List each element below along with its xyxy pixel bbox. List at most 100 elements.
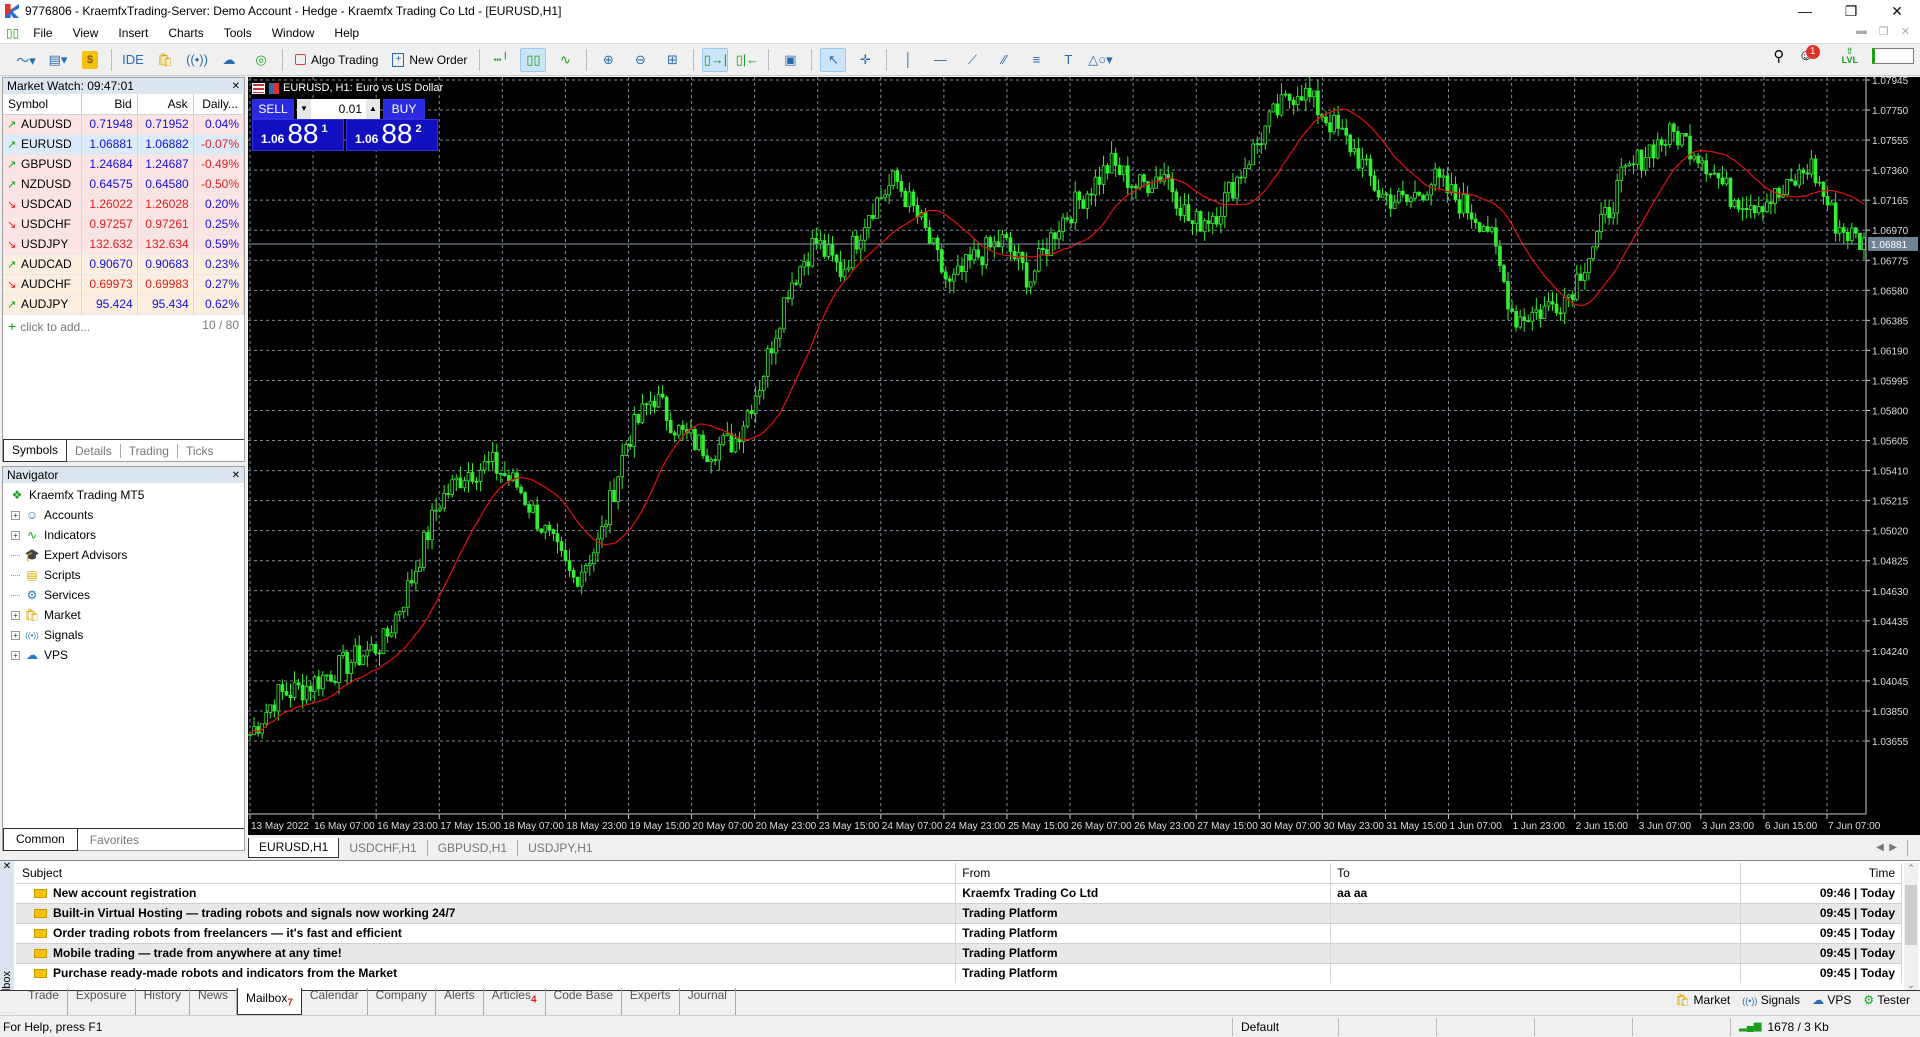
mail-row[interactable]: New account registration Kraemfx Trading …: [16, 882, 1902, 903]
toolbox-tab-exposure[interactable]: Exposure: [68, 988, 136, 1015]
text-tool-button[interactable]: T: [1055, 48, 1081, 72]
new-chart-dropdown[interactable]: 〜▾: [13, 48, 39, 72]
restore-button[interactable]: ❐: [1828, 0, 1874, 22]
trendline-tool-button[interactable]: ⟋: [959, 48, 985, 72]
profiles-dropdown[interactable]: ▤▾: [45, 48, 71, 72]
lot-increase-button[interactable]: ▲: [366, 99, 380, 119]
chart-tabs-scroll[interactable]: ◀ ▶: [1866, 840, 1908, 856]
close-button[interactable]: ✕: [1874, 0, 1920, 22]
market-watch-row[interactable]: ↘ USDCHF 0.97257 0.97261 0.25%: [3, 214, 245, 235]
column-subject[interactable]: Subject: [16, 863, 957, 883]
navigator-root[interactable]: ❖ Kraemfx Trading MT5: [9, 485, 244, 505]
account-icon[interactable]: ☺1: [1798, 44, 1827, 65]
tab-trading[interactable]: Trading: [121, 443, 178, 458]
navigator-item-expert-advisors[interactable]: 🎓 Expert Advisors: [9, 545, 244, 565]
toolbox-tab-articles[interactable]: Articles4: [484, 988, 546, 1015]
close-icon[interactable]: ✕: [232, 470, 240, 481]
chart-tab-gbpusd[interactable]: GBPUSD,H1: [428, 840, 519, 856]
mdi-close-button[interactable]: ✕: [1901, 25, 1910, 38]
navigator-item-scripts[interactable]: ▤ Scripts: [9, 565, 244, 585]
copy-trading-button[interactable]: ◎: [248, 48, 274, 72]
column-to[interactable]: To: [1330, 863, 1742, 883]
horizontal-line-tool-button[interactable]: —: [927, 48, 953, 72]
tab-favorites[interactable]: Favorites: [78, 833, 151, 847]
toolbox-tab-code-base[interactable]: Code Base: [546, 988, 622, 1015]
new-order-button[interactable]: + New Order: [388, 48, 471, 72]
sell-price[interactable]: 1.06 88 1: [252, 119, 344, 151]
fibonacci-tool-button[interactable]: ≡: [1023, 48, 1049, 72]
mail-row[interactable]: Built-in Virtual Hosting — trading robot…: [16, 902, 1902, 923]
mail-row[interactable]: Purchase ready-made robots and indicator…: [16, 962, 1902, 983]
column-bid[interactable]: Bid: [81, 94, 138, 115]
tile-windows-button[interactable]: ⊞: [659, 48, 685, 72]
toolbox-tab-mailbox[interactable]: Mailbox7: [236, 988, 302, 1015]
buy-price[interactable]: 1.06 88 2: [346, 119, 438, 151]
autoscroll-button[interactable]: ▯→|: [702, 47, 729, 72]
navigator-item-accounts[interactable]: + ☺ Accounts: [9, 505, 244, 525]
menu-file[interactable]: File: [27, 26, 66, 40]
toolbox-tab-experts[interactable]: Experts: [622, 988, 680, 1015]
expand-icon[interactable]: +: [11, 650, 20, 660]
close-icon[interactable]: ✕: [232, 81, 240, 92]
level-up-icon[interactable]: ⇧ LVL: [1842, 47, 1858, 65]
tab-symbols[interactable]: Symbols: [3, 439, 68, 462]
mail-row[interactable]: Order trading robots from freelancers — …: [16, 922, 1902, 943]
signals-button[interactable]: ((•)): [184, 48, 210, 72]
toolbox-tab-alerts[interactable]: Alerts: [436, 988, 484, 1015]
chart-shift-button[interactable]: ▯|←: [734, 48, 760, 72]
market-link[interactable]: 🛍 Market: [1675, 993, 1730, 1007]
chart-tab-usdjpy[interactable]: USDJPY,H1: [518, 840, 602, 856]
equidistant-channel-tool-button[interactable]: ∕∕: [991, 48, 1017, 72]
navigator-item-vps[interactable]: + ☁ VPS: [9, 645, 244, 665]
chart-properties-icon[interactable]: [269, 82, 279, 94]
status-connection[interactable]: ▂▄▆ 1678 / 3 Kb: [1730, 1017, 1920, 1036]
market-watch-row[interactable]: ↗ AUDCAD 0.90670 0.90683 0.23%: [3, 254, 245, 275]
column-daily[interactable]: Daily...: [193, 94, 245, 115]
navigator-item-market[interactable]: + 🛍 Market: [9, 605, 244, 625]
zoom-out-button[interactable]: ⊖: [627, 48, 653, 72]
price-chart[interactable]: 1.07945 1.07750 1.07555 1.07360 1.07165 1.069…: [248, 77, 1920, 835]
toolbar-search-input[interactable]: [1872, 48, 1914, 64]
chart-window[interactable]: 1.07945 1.07750 1.07555 1.07360 1.07165 1.069…: [248, 77, 1920, 835]
navigator-item-indicators[interactable]: + ∿ Indicators: [9, 525, 244, 545]
buy-button[interactable]: BUY: [383, 99, 425, 119]
expand-icon[interactable]: +: [11, 610, 20, 620]
column-from[interactable]: From: [955, 863, 1332, 883]
search-icon[interactable]: ⚲: [1773, 47, 1784, 65]
close-icon[interactable]: ✕: [0, 861, 14, 872]
expand-icon[interactable]: +: [11, 530, 20, 540]
toolbox-tab-company[interactable]: Company: [368, 988, 436, 1015]
tab-common[interactable]: Common: [3, 828, 78, 851]
toolbox-tab-calendar[interactable]: Calendar: [302, 988, 368, 1015]
line-chart-button[interactable]: ∿: [552, 48, 578, 72]
crosshair-tool-button[interactable]: ✛: [852, 48, 878, 72]
vps-button[interactable]: ☁: [216, 48, 242, 72]
navigator-item-signals[interactable]: + ((•)) Signals: [9, 625, 244, 645]
toolbox-tab-trade[interactable]: Trade: [20, 988, 68, 1015]
bar-chart-button[interactable]: ┅╵: [488, 48, 514, 72]
deposit-button[interactable]: $: [77, 48, 103, 72]
add-symbol-row[interactable]: + click to add... 10 / 80: [3, 315, 244, 337]
chart-tab-eurusd[interactable]: EURUSD,H1: [248, 838, 340, 858]
menu-insert[interactable]: Insert: [112, 26, 162, 40]
toolbox-tab-history[interactable]: History: [136, 988, 190, 1015]
market-watch-row[interactable]: ↗ AUDUSD 0.71948 0.71952 0.04%: [3, 114, 245, 135]
menu-tools[interactable]: Tools: [218, 26, 266, 40]
chart-menu-icon[interactable]: ▯▯: [6, 26, 19, 40]
market-watch-row[interactable]: ↗ GBPUSD 1.24684 1.24687 -0.49%: [3, 154, 245, 175]
navigator-item-services[interactable]: ⚙ Services: [9, 585, 244, 605]
market-watch-row[interactable]: ↗ NZDUSD 0.64575 0.64580 -0.50%: [3, 174, 245, 195]
tab-details[interactable]: Details: [67, 443, 121, 458]
vertical-line-tool-button[interactable]: │: [895, 48, 921, 72]
lot-decrease-button[interactable]: ▼: [297, 99, 311, 119]
sell-button[interactable]: SELL: [252, 99, 294, 119]
market-watch-row[interactable]: ↘ AUDCHF 0.69973 0.69983 0.27%: [3, 274, 245, 295]
mdi-restore-button[interactable]: ❐: [1879, 25, 1889, 38]
menu-window[interactable]: Window: [266, 26, 329, 40]
minimize-button[interactable]: —: [1782, 0, 1828, 22]
mail-row[interactable]: Mobile trading — trade from anywhere at …: [16, 942, 1902, 963]
column-ask[interactable]: Ask: [137, 94, 194, 115]
column-time[interactable]: Time: [1740, 863, 1902, 883]
mailbox-scrollbar[interactable]: ⌃ ⌄: [1904, 863, 1918, 991]
ide-button[interactable]: IDE: [120, 48, 146, 72]
